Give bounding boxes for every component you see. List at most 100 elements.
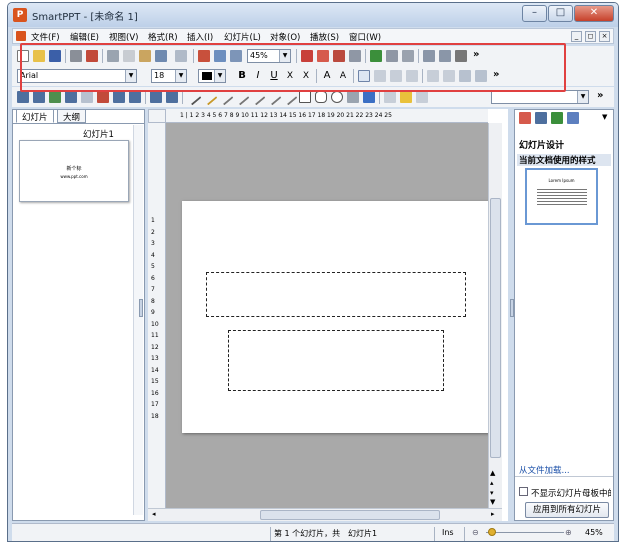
load-from-file-link[interactable]: 从文件加载...	[519, 464, 570, 476]
layout-2-icon[interactable]	[33, 91, 45, 103]
arrow-connector-icon[interactable]	[280, 88, 298, 106]
outdent-icon[interactable]	[427, 70, 439, 82]
italic-icon[interactable]: I	[252, 70, 264, 82]
menu-object[interactable]: 对象(O)	[270, 31, 300, 43]
mdi-restore-button[interactable]: ◻	[585, 31, 596, 42]
pane-tab-3-icon[interactable]	[551, 112, 563, 124]
apply-all-button[interactable]: 应用到所有幻灯片	[525, 502, 609, 518]
layout-1-icon[interactable]	[17, 91, 29, 103]
zoom-slider-track[interactable]	[486, 532, 564, 533]
layout-9-icon[interactable]	[150, 91, 162, 103]
scroll-left-icon[interactable]: ◂	[152, 510, 156, 518]
prev-slide-icon[interactable]: ▲	[490, 469, 495, 477]
layout-8-icon[interactable]	[129, 91, 141, 103]
mdi-close-button[interactable]: ×	[599, 31, 610, 42]
star-icon[interactable]	[400, 91, 412, 103]
settings-icon[interactable]	[455, 50, 467, 62]
font-color-select[interactable]: ▼	[198, 69, 226, 83]
layout-6-icon[interactable]	[97, 91, 109, 103]
zoom-in-icon[interactable]	[214, 50, 226, 62]
title-placeholder[interactable]	[206, 272, 466, 317]
next-slide-icon[interactable]: ▼	[490, 498, 495, 506]
columns-icon[interactable]	[402, 50, 414, 62]
pane-tab-4-icon[interactable]	[567, 112, 579, 124]
more-chevron-icon[interactable]: »	[473, 49, 479, 60]
doc-menu-icon[interactable]	[16, 31, 26, 41]
zoom-in-icon[interactable]: ⊕	[565, 528, 572, 537]
menu-insert[interactable]: 插入(I)	[187, 31, 213, 43]
new-icon[interactable]	[17, 50, 29, 62]
more-chevron-icon[interactable]: »	[493, 69, 499, 80]
layout-10-icon[interactable]	[166, 91, 178, 103]
open-icon[interactable]	[33, 50, 45, 62]
elbow-connector-icon[interactable]	[264, 88, 282, 106]
horizontal-scrollbar[interactable]: ◂ ▸	[148, 508, 502, 521]
textbox-icon[interactable]	[384, 91, 396, 103]
close-button[interactable]: ✕	[574, 5, 614, 22]
mdi-minimize-button[interactable]: _	[571, 31, 582, 42]
table-icon[interactable]	[333, 50, 345, 62]
bold-icon[interactable]: B	[236, 70, 248, 82]
indent-icon[interactable]	[443, 70, 455, 82]
scroll-up-icon[interactable]: ▴	[490, 479, 494, 487]
minimize-button[interactable]: –	[522, 5, 547, 22]
redo-icon[interactable]	[175, 50, 187, 62]
shape-icon[interactable]	[347, 91, 359, 103]
cut-icon[interactable]	[107, 50, 119, 62]
maximize-button[interactable]: □	[548, 5, 573, 22]
slide-canvas[interactable]	[166, 123, 489, 508]
menu-file[interactable]: 文件(F)	[31, 31, 60, 43]
subtitle-placeholder[interactable]	[228, 330, 444, 391]
chart-icon[interactable]	[198, 50, 210, 62]
freeform-icon[interactable]	[232, 88, 250, 106]
menu-play[interactable]: 播放(S)	[310, 31, 339, 43]
pane-splitter[interactable]	[139, 299, 143, 317]
shadow-icon[interactable]: X	[300, 70, 312, 82]
menu-edit[interactable]: 编辑(E)	[70, 31, 99, 43]
zoom-select[interactable]: 45% ▼	[247, 49, 291, 63]
master-checkbox[interactable]	[519, 487, 528, 496]
justify-icon[interactable]	[406, 70, 418, 82]
strike-icon[interactable]: X	[284, 70, 296, 82]
style-select[interactable]: ▼	[491, 90, 589, 104]
layout-5-icon[interactable]	[81, 91, 93, 103]
numbering-icon[interactable]	[475, 70, 487, 82]
wordart-icon[interactable]	[363, 91, 375, 103]
grow-font-icon[interactable]: A	[321, 70, 333, 82]
font-select[interactable]: Arial ▼	[17, 69, 137, 83]
connector-icon[interactable]	[248, 88, 266, 106]
rounded-rect-icon[interactable]	[315, 91, 327, 103]
align-center-icon[interactable]	[374, 70, 386, 82]
pdf-icon[interactable]	[86, 50, 98, 62]
print-icon[interactable]	[70, 50, 82, 62]
tab-outline[interactable]: 大纲	[57, 109, 87, 123]
slide-thumbnail[interactable]: 新个标 www.ppt.com	[19, 140, 129, 202]
crop-icon[interactable]	[416, 91, 428, 103]
menu-window[interactable]: 窗口(W)	[349, 31, 381, 43]
slide[interactable]	[182, 201, 489, 433]
align-right-icon[interactable]	[390, 70, 402, 82]
text-a-icon[interactable]	[301, 50, 313, 62]
pane-tab-2-icon[interactable]	[535, 112, 547, 124]
ellipse-icon[interactable]	[331, 91, 343, 103]
shrink-font-icon[interactable]: A	[337, 70, 349, 82]
curve-icon[interactable]	[216, 88, 234, 106]
undo-icon[interactable]	[155, 50, 167, 62]
template-thumbnail[interactable]: Lorem Ipsum	[525, 168, 598, 225]
save-icon[interactable]	[49, 50, 61, 62]
scroll-right-icon[interactable]: ▸	[491, 510, 495, 518]
align-left-icon[interactable]	[358, 70, 370, 82]
scroll-down-icon[interactable]: ▾	[490, 489, 494, 497]
slide-icon[interactable]	[423, 50, 435, 62]
line-icon[interactable]	[184, 88, 202, 106]
pane-tab-1-icon[interactable]	[519, 112, 531, 124]
copy-icon[interactable]	[123, 50, 135, 62]
more-chevron-icon[interactable]: »	[597, 90, 603, 101]
menu-view[interactable]: 视图(V)	[109, 31, 138, 43]
layout-7-icon[interactable]	[113, 91, 125, 103]
zoom-slider-thumb[interactable]	[488, 528, 496, 536]
layout-icon[interactable]	[439, 50, 451, 62]
menu-slide[interactable]: 幻灯片(L)	[224, 31, 261, 43]
bullets-icon[interactable]	[459, 70, 471, 82]
layout-3-icon[interactable]	[49, 91, 61, 103]
